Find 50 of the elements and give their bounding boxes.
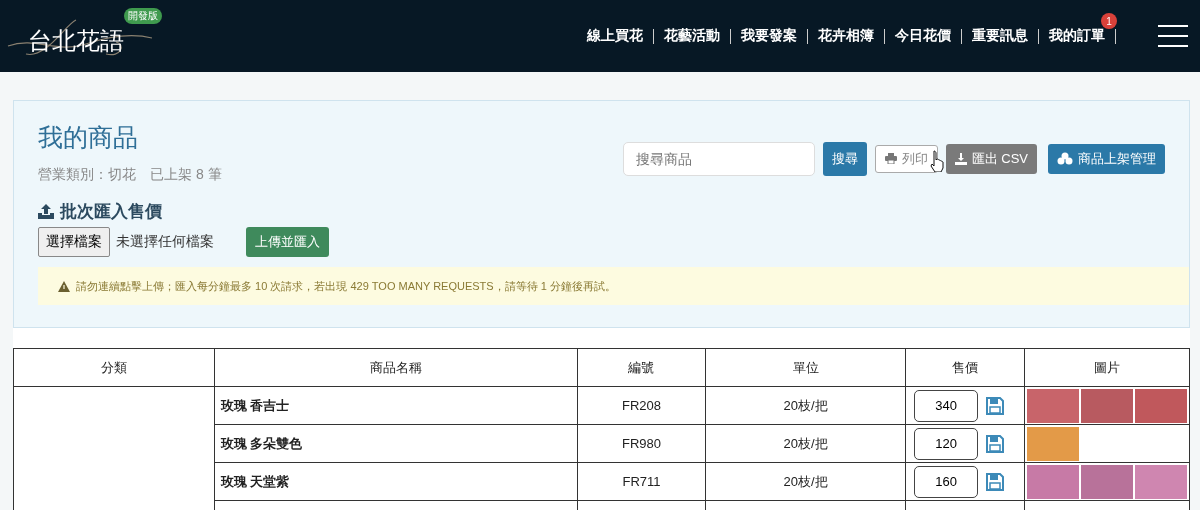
- file-status: 未選擇任何檔案: [116, 233, 214, 251]
- table-cell: 20枝/把: [705, 462, 906, 501]
- upload-button[interactable]: 上傳並匯入: [246, 227, 329, 257]
- nav-link[interactable]: 我的訂單: [1049, 27, 1105, 43]
- warning-icon: [58, 280, 70, 292]
- column-header: 單位: [705, 348, 906, 387]
- table-cell: 玫瑰 天堂紫: [214, 462, 578, 501]
- table-cell: FR208: [577, 386, 706, 425]
- price-field[interactable]: 120: [914, 427, 979, 460]
- alert-text: 請勿連續點擊上傳；匯入每分鐘最多 10 次請求，若出現 429 TOO MANY REQUESTS，請等待 1 分鐘後再試。: [76, 278, 616, 294]
- nav-link[interactable]: 線上買花: [587, 27, 643, 43]
- menu-icon[interactable]: [1158, 25, 1188, 47]
- nav-link[interactable]: 花卉相簿: [818, 27, 874, 43]
- table-cell: FR980: [577, 424, 706, 463]
- price-field[interactable]: 340: [914, 389, 979, 422]
- search-button[interactable]: 搜尋: [822, 141, 867, 176]
- table-cell: 玫瑰 多朵雙色: [214, 424, 578, 463]
- manage-button[interactable]: 商品上架管理: [1048, 143, 1165, 174]
- table-cell: FR711: [577, 462, 706, 501]
- page-title: 我的商品: [38, 122, 139, 153]
- nav-link[interactable]: 重要訊息: [972, 27, 1028, 43]
- nav-link[interactable]: 花藝活動: [664, 27, 720, 43]
- choose-file-button[interactable]: 選擇檔案: [38, 227, 110, 257]
- price-field[interactable]: 160: [914, 465, 979, 498]
- section-title: 批次匯入售價: [60, 201, 162, 223]
- pointer-cursor-icon: [930, 150, 946, 172]
- download-icon: [954, 152, 967, 165]
- logo-text[interactable]: 台北花語: [28, 25, 124, 57]
- nav-link[interactable]: 我要發案: [741, 27, 797, 43]
- search-field[interactable]: 搜尋商品: [622, 141, 815, 176]
- printer-icon: [884, 153, 897, 164]
- column-header: 分類: [13, 348, 215, 387]
- table-cell: 20枝/把: [705, 386, 906, 425]
- cubes-icon: [1057, 152, 1073, 165]
- table-cell: 20枝/把: [705, 424, 906, 463]
- upload-icon: [38, 204, 54, 219]
- column-header: 售價: [905, 348, 1025, 387]
- subtitle: 營業類別：切花 已上架 8 筆: [38, 166, 222, 184]
- column-header: 商品名稱: [214, 348, 578, 387]
- column-header: 編號: [577, 348, 706, 387]
- column-header: 圖片: [1024, 348, 1190, 387]
- table-cell: 玫瑰 香吉士: [214, 386, 578, 425]
- dev-badge: 開發版: [124, 8, 162, 24]
- save-icon[interactable]: [986, 434, 1005, 453]
- print-button[interactable]: 列印: [874, 144, 938, 173]
- nav-link[interactable]: 今日花價: [895, 27, 951, 43]
- save-icon[interactable]: [986, 396, 1005, 415]
- save-icon[interactable]: [986, 472, 1005, 491]
- notification-badge: 1: [1101, 13, 1117, 29]
- csv-button[interactable]: 匯出 CSV: [945, 143, 1037, 174]
